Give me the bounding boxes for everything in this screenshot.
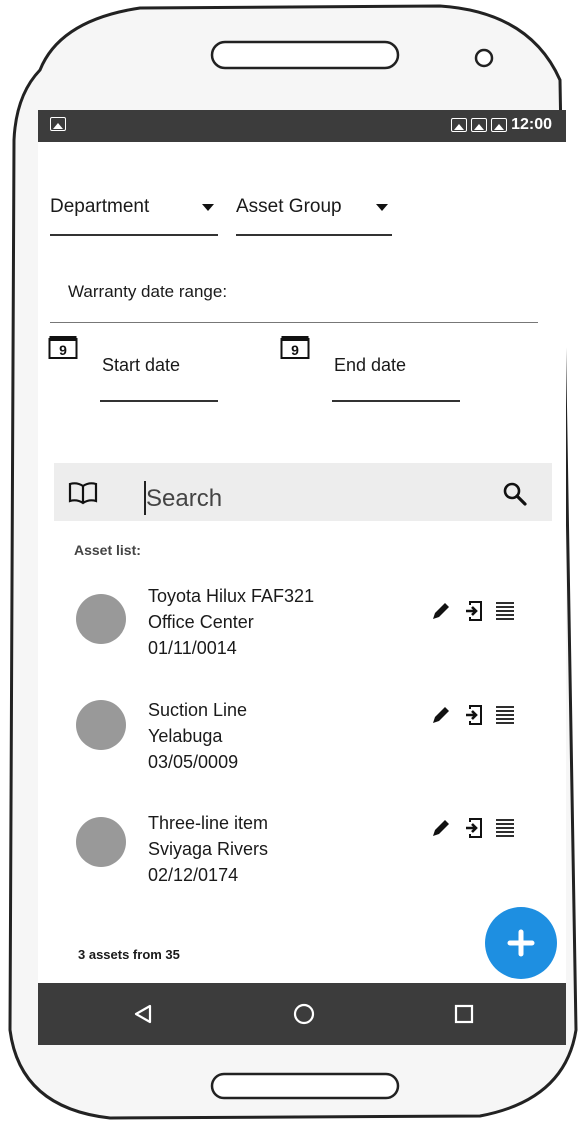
signal-icon	[451, 118, 468, 132]
edit-icon[interactable]	[430, 600, 452, 622]
search-input[interactable]: Search	[146, 485, 222, 513]
asset-location: Yelabuga	[148, 726, 223, 746]
list-item[interactable]: Suction Line Yelabuga 03/05/0009	[38, 698, 566, 798]
start-date-label: Start date	[102, 355, 181, 375]
plus-icon	[507, 929, 535, 957]
edit-icon[interactable]	[430, 817, 452, 839]
divider	[50, 322, 538, 323]
calendar-icon[interactable]: 9	[280, 334, 310, 360]
department-dropdown[interactable]: Department	[50, 180, 218, 236]
home-slot	[210, 1072, 400, 1100]
menu-lines-icon[interactable]	[494, 704, 516, 726]
asset-list-title: Asset list:	[74, 542, 141, 558]
end-date-field[interactable]: End date	[332, 350, 460, 402]
asset-count: 3 assets from 35	[78, 947, 180, 962]
camera-dot	[474, 48, 494, 68]
wifi-icon	[471, 118, 488, 132]
add-asset-button[interactable]	[485, 907, 557, 979]
avatar	[76, 594, 126, 644]
navigation-bar	[38, 983, 566, 1045]
calendar-day: 9	[59, 342, 67, 358]
avatar	[76, 700, 126, 750]
notification-icon	[50, 117, 66, 131]
asset-date: 03/05/0009	[148, 752, 239, 772]
start-date-field[interactable]: Start date	[100, 350, 218, 402]
calendar-icon[interactable]: 9	[48, 334, 78, 360]
asset-name: Suction Line	[148, 700, 248, 720]
menu-lines-icon[interactable]	[494, 600, 516, 622]
search-icon[interactable]	[502, 481, 528, 507]
avatar	[76, 817, 126, 867]
list-item[interactable]: Toyota Hilux FAF321 Office Center 01/11/…	[38, 584, 566, 684]
export-icon[interactable]	[462, 704, 484, 726]
asset-location: Sviyaga Rivers	[148, 839, 269, 859]
back-icon[interactable]	[132, 1003, 154, 1025]
book-icon[interactable]	[68, 481, 98, 505]
end-date-label: End date	[334, 355, 407, 375]
speaker-slot	[210, 40, 400, 70]
export-icon[interactable]	[462, 817, 484, 839]
department-label: Department	[50, 196, 150, 217]
asset-location: Office Center	[148, 612, 254, 632]
search-bar[interactable]: Search	[54, 463, 552, 521]
battery-icon	[491, 118, 508, 132]
asset-group-dropdown[interactable]: Asset Group	[236, 180, 392, 236]
asset-date: 02/12/0174	[148, 865, 239, 885]
screen: 12:00 Department Asset Group Warranty da…	[38, 110, 566, 1045]
calendar-day: 9	[291, 342, 299, 358]
edit-icon[interactable]	[430, 704, 452, 726]
export-icon[interactable]	[462, 600, 484, 622]
chevron-down-icon	[202, 203, 214, 211]
menu-lines-icon[interactable]	[494, 817, 516, 839]
home-icon[interactable]	[293, 1003, 315, 1025]
recents-icon[interactable]	[454, 1004, 474, 1024]
asset-date: 01/11/0014	[148, 638, 237, 658]
asset-name: Toyota Hilux FAF321	[148, 586, 315, 606]
status-bar: 12:00	[38, 110, 566, 142]
list-item[interactable]: Three-line item Sviyaga Rivers 02/12/017…	[38, 811, 566, 911]
status-time: 12:00	[511, 116, 552, 133]
asset-name: Three-line item	[148, 813, 269, 833]
warranty-label: Warranty date range:	[68, 282, 228, 301]
chevron-down-icon	[376, 203, 388, 211]
asset-group-label: Asset Group	[236, 196, 342, 217]
